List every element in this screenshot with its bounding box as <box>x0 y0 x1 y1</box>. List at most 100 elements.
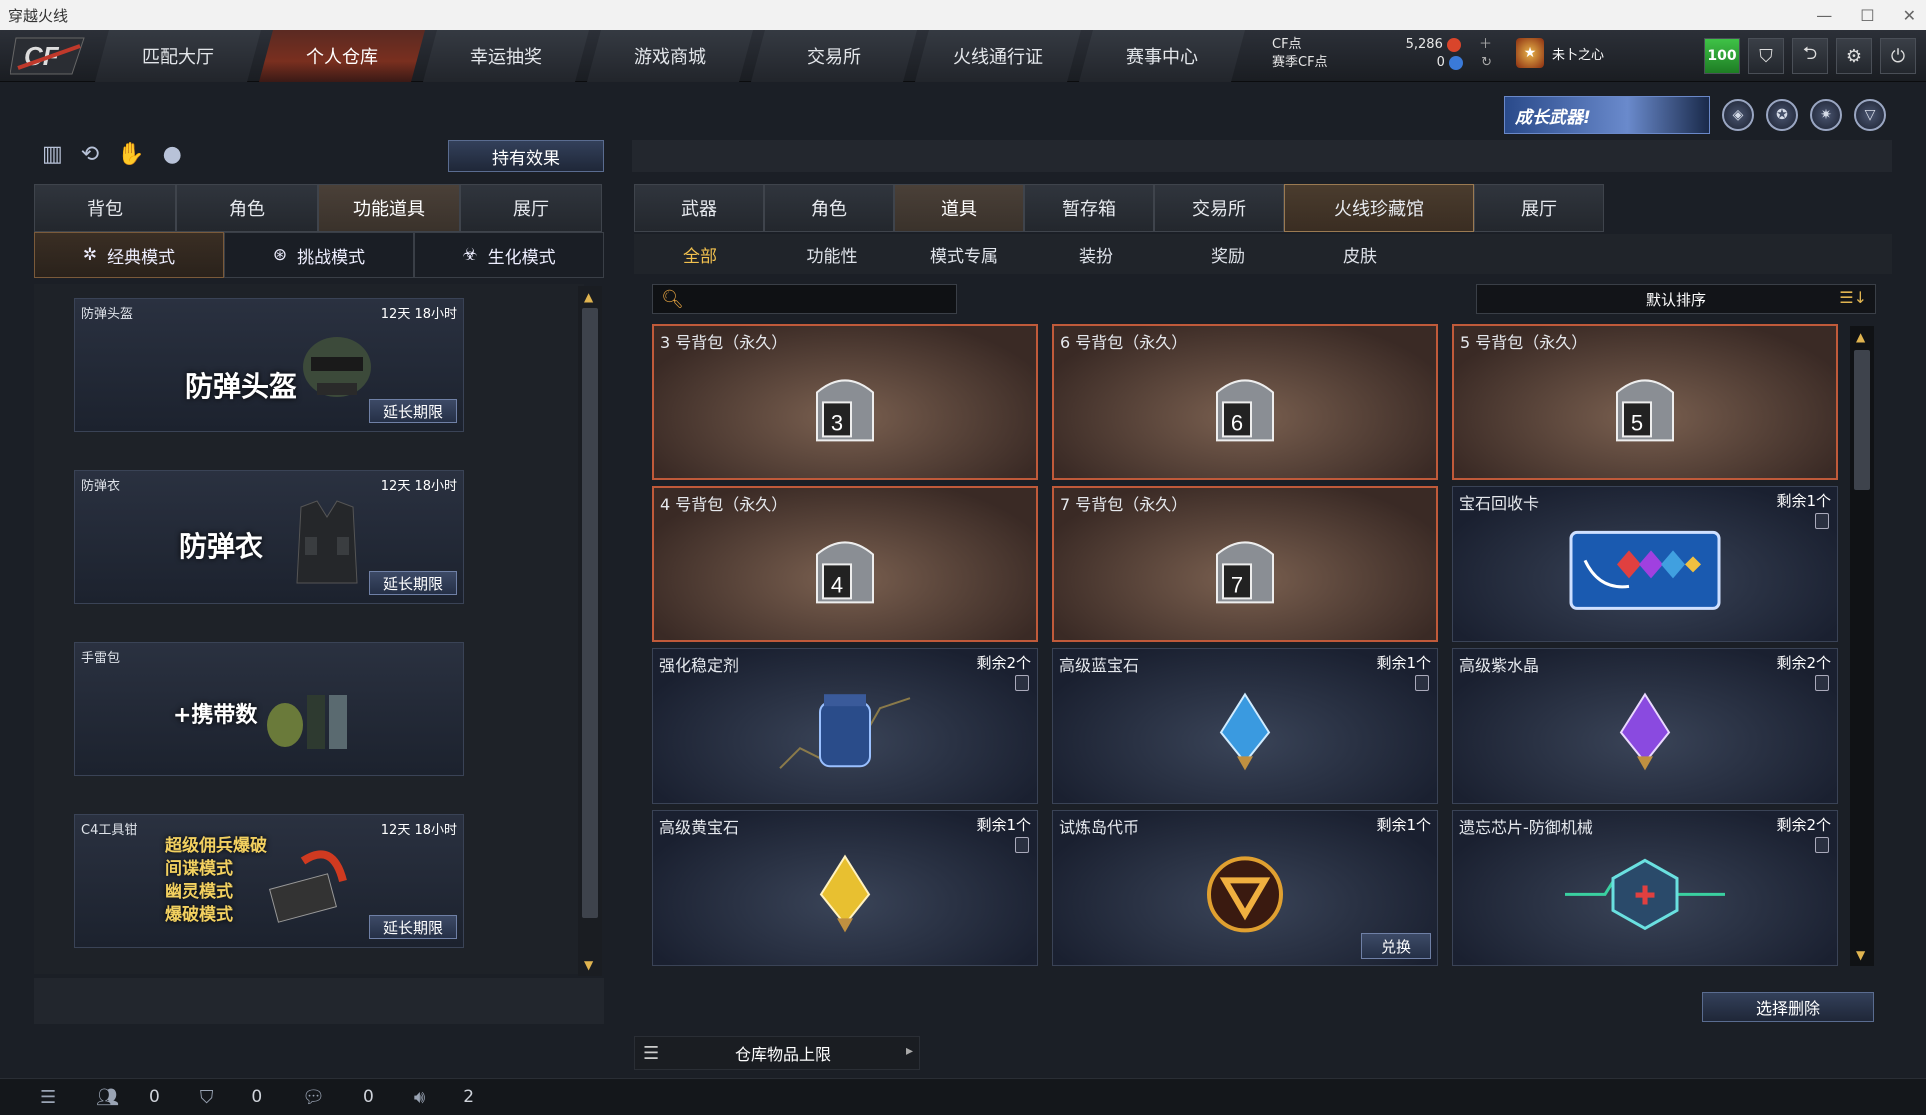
item-card-gem-recycle[interactable]: 宝石回收卡 剩余1个 <box>1452 486 1838 642</box>
item-card-stabilizer[interactable]: 强化稳定剂 剩余2个 <box>652 648 1038 804</box>
tab-props[interactable]: 道具 <box>894 184 1024 232</box>
return-icon[interactable]: ⮌ <box>1792 38 1828 74</box>
nav-match-hall[interactable]: 匹配大厅 <box>95 30 261 82</box>
sub-tabs: 全部 功能性 模式专属 装扮 奖励 皮肤 <box>634 234 1892 274</box>
tab-trade[interactable]: 交易所 <box>1154 184 1284 232</box>
tab-backpack[interactable]: 背包 <box>34 184 176 232</box>
subtab-mode-exclusive[interactable]: 模式专属 <box>898 234 1030 274</box>
sort-dropdown[interactable]: 默认排序 ☰↓ <box>1476 284 1876 314</box>
extend-button[interactable]: 延长期限 <box>369 915 457 939</box>
gear-icon[interactable]: ⚙ <box>1836 38 1872 74</box>
mode-classic[interactable]: ✲ 经典模式 <box>34 232 224 278</box>
chat-icon[interactable]: 💬︎ <box>302 1087 325 1108</box>
tab-function-items[interactable]: 功能道具 <box>318 184 460 232</box>
badge-icon-2[interactable]: ✪ <box>1766 99 1798 131</box>
scroll-down-icon[interactable]: ▼ <box>1856 948 1865 962</box>
badge-icon-1[interactable]: ◈ <box>1722 99 1754 131</box>
friends-icon[interactable]: 👥︎ <box>96 1087 119 1108</box>
chevron-right-icon[interactable]: ▸ <box>906 1043 913 1059</box>
tab-storage-box[interactable]: 暂存箱 <box>1024 184 1154 232</box>
cf-logo[interactable]: CF <box>10 34 90 78</box>
nav-personal-warehouse[interactable]: 个人仓库 <box>259 30 425 82</box>
nav-battle-pass[interactable]: 火线通行证 <box>915 30 1081 82</box>
shield-icon[interactable]: ⛉ <box>1748 38 1784 74</box>
tab-weapons[interactable]: 武器 <box>634 184 764 232</box>
scroll-up-icon[interactable]: ▲ <box>584 290 593 304</box>
item-card-bag-3[interactable]: 3 号背包（永久） 3 <box>652 324 1038 480</box>
warehouse-capacity[interactable]: ☰ 仓库物品上限 ▸ <box>634 1036 920 1070</box>
history-icon[interactable]: ⟲ <box>81 142 99 167</box>
subtab-all[interactable]: 全部 <box>634 234 766 274</box>
mode-biochem[interactable]: ☣ 生化模式 <box>414 232 604 278</box>
item-c4-pliers[interactable]: C4工具钳 12天 18小时 超级佣兵爆破 间谍模式 幽灵模式 爆破模式 延长期… <box>74 814 464 948</box>
user-info[interactable]: ★ 未卜之心 <box>1516 38 1604 68</box>
scroll-down-icon[interactable]: ▼ <box>584 958 593 972</box>
trash-icon[interactable] <box>1015 837 1029 853</box>
extend-button[interactable]: 延长期限 <box>369 571 457 595</box>
nav-game-mall[interactable]: 游戏商城 <box>587 30 753 82</box>
scroll-thumb[interactable] <box>582 308 598 918</box>
tab-showroom[interactable]: 展厅 <box>460 184 602 232</box>
tab-treasure-hall[interactable]: 火线珍藏馆 <box>1284 184 1474 232</box>
item-grenade-pack[interactable]: 手雷包 +携带数 <box>74 642 464 776</box>
item-card-trial-token[interactable]: 试炼岛代币 剩余1个 兑换 <box>1052 810 1438 966</box>
tab-roles[interactable]: 角色 <box>764 184 894 232</box>
badge-icon-3[interactable]: ✷ <box>1810 99 1842 131</box>
right-scrollbar[interactable]: ▲ ▼ <box>1850 326 1874 966</box>
extend-button[interactable]: 延长期限 <box>369 399 457 423</box>
tab-exhibit[interactable]: 展厅 <box>1474 184 1604 232</box>
trash-icon[interactable] <box>1815 513 1829 529</box>
cf-value: 5,286 <box>1405 37 1443 52</box>
subtab-appearance[interactable]: 装扮 <box>1030 234 1162 274</box>
tab-character[interactable]: 角色 <box>176 184 318 232</box>
trash-icon[interactable] <box>1815 675 1829 691</box>
add-cf-icon[interactable]: ＋ <box>1479 37 1492 52</box>
select-delete-button[interactable]: 选择删除 <box>1702 992 1874 1022</box>
item-vest[interactable]: 防弹衣 12天 18小时 防弹衣 延长期限 <box>74 470 464 604</box>
equip-icon[interactable]: ✋ <box>117 142 144 167</box>
item-card-forgotten-chip[interactable]: 遗忘芯片-防御机械 剩余2个 ✚ <box>1452 810 1838 966</box>
power-icon[interactable]: ⏻ <box>1880 38 1916 74</box>
item-card-bag-4[interactable]: 4 号背包（永久） 4 <box>652 486 1038 642</box>
subtab-functional[interactable]: 功能性 <box>766 234 898 274</box>
redeem-button[interactable]: 兑换 <box>1361 933 1431 959</box>
grenade-icon[interactable]: ● <box>163 142 182 167</box>
trash-icon[interactable] <box>1815 837 1829 853</box>
item-helmet[interactable]: 防弹头盔 12天 18小时 防弹头盔 延长期限 <box>74 298 464 432</box>
mode-tabs: ✲ 经典模式 ⊛ 挑战模式 ☣ 生化模式 <box>34 232 604 278</box>
badge-icon-4[interactable]: ▽ <box>1854 99 1886 131</box>
minimize-icon[interactable]: — <box>1816 6 1832 25</box>
item-card-blue-gem[interactable]: 高级蓝宝石 剩余1个 <box>1052 648 1438 804</box>
item-card-bag-6[interactable]: 6 号背包（永久） 6 <box>1052 324 1438 480</box>
purple-gem-icon <box>1619 692 1671 771</box>
maximize-icon[interactable]: ☐ <box>1860 6 1874 25</box>
item-card-yellow-gem[interactable]: 高级黄宝石 剩余1个 <box>652 810 1038 966</box>
subtab-skins[interactable]: 皮肤 <box>1294 234 1426 274</box>
volume-icon[interactable]: 🔊︎ <box>414 1087 425 1108</box>
clan-shield-icon[interactable]: ⛉ <box>200 1087 214 1108</box>
mode-challenge[interactable]: ⊛ 挑战模式 <box>224 232 414 278</box>
search-input[interactable]: 🔍︎ <box>652 284 957 314</box>
item-card-bag-7[interactable]: 7 号背包（永久） 7 <box>1052 486 1438 642</box>
scroll-up-icon[interactable]: ▲ <box>1856 330 1865 344</box>
nav-exchange[interactable]: 交易所 <box>751 30 917 82</box>
layers-icon: ☰ <box>643 1043 660 1064</box>
cf-label: CF点 <box>1272 37 1302 52</box>
nav-lucky-draw[interactable]: 幸运抽奖 <box>423 30 589 82</box>
close-icon[interactable]: ✕ <box>1903 6 1916 25</box>
level-badge[interactable]: 100 <box>1704 38 1740 74</box>
trash-icon[interactable] <box>1015 675 1029 691</box>
sort-order-icon[interactable]: ☰↓ <box>1839 288 1867 307</box>
growth-weapon-banner[interactable]: 成长武器! <box>1504 96 1710 134</box>
stats-icon[interactable]: ▥ <box>42 142 63 167</box>
item-card-purple-crystal[interactable]: 高级紫水晶 剩余2个 <box>1452 648 1838 804</box>
refresh-icon[interactable]: ↻ <box>1481 55 1492 70</box>
holding-effect-button[interactable]: 持有效果 <box>448 140 604 172</box>
left-scrollbar[interactable]: ▲ ▼ <box>578 286 602 976</box>
nav-event-center[interactable]: 赛事中心 <box>1079 30 1245 82</box>
trash-icon[interactable] <box>1415 675 1429 691</box>
scroll-thumb[interactable] <box>1854 350 1870 490</box>
menu-icon[interactable]: ☰ <box>40 1087 56 1108</box>
item-card-bag-5[interactable]: 5 号背包（永久） 5 <box>1452 324 1838 480</box>
subtab-rewards[interactable]: 奖励 <box>1162 234 1294 274</box>
